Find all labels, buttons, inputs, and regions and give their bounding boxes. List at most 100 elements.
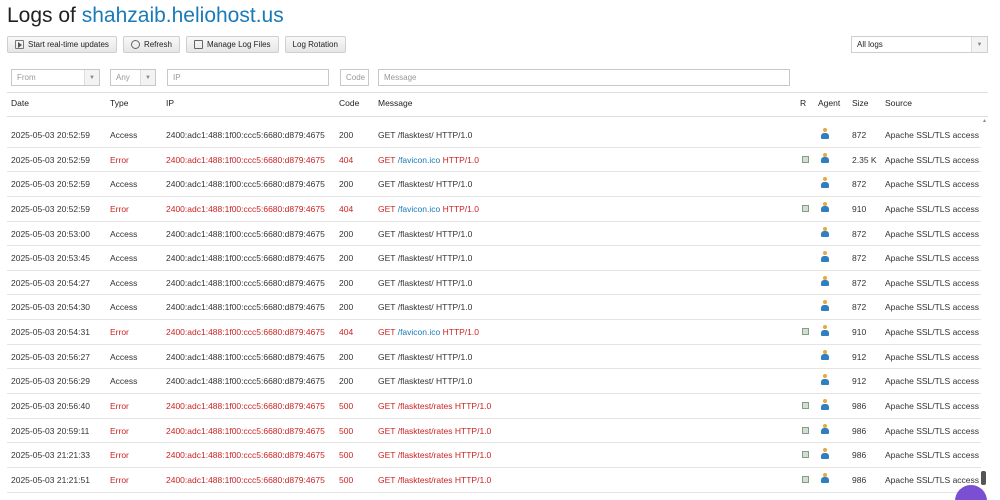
chevron-down-icon[interactable]: ▼	[971, 37, 987, 52]
code-filter-input[interactable]	[340, 69, 369, 86]
row-date: 2025-05-03 21:21:33	[11, 450, 90, 461]
table-row[interactable]: 2025-05-03 20:54:30 Access 2400:adc1:488:1…	[7, 295, 981, 321]
manage-log-files-button[interactable]: Manage Log Files	[185, 36, 279, 53]
row-date: 2025-05-03 20:56:29	[11, 376, 90, 387]
agent-person-icon[interactable]	[820, 275, 829, 288]
table-row[interactable]: 2025-05-03 20:53:45 Access 2400:adc1:488:1…	[7, 246, 981, 271]
row-message: GET /favicon.ico HTTP/1.0	[378, 155, 479, 165]
table-row[interactable]: 2025-05-03 20:56:40 Error 2400:adc1:488:1f…	[7, 394, 981, 419]
row-date: 2025-05-03 20:56:27	[11, 351, 90, 362]
row-protocol: HTTP/1.0	[442, 327, 479, 338]
agent-person-icon[interactable]	[820, 349, 829, 362]
row-method: GET	[378, 253, 396, 264]
table-row[interactable]: 2025-05-03 20:52:59 Error 2400:adc1:488:1f…	[7, 197, 981, 222]
log-select-value: All logs	[857, 40, 883, 49]
row-method: GET	[378, 474, 396, 485]
header-divider	[7, 92, 988, 93]
referrer-icon[interactable]	[802, 155, 809, 163]
table-row[interactable]: 2025-05-03 20:54:27 Access 2400:adc1:488:1…	[7, 271, 981, 296]
table-row[interactable]: 2025-05-03 20:59:11 Error 2400:adc1:488:1f…	[7, 419, 981, 444]
row-date: 2025-05-03 20:53:45	[11, 253, 90, 264]
col-code[interactable]: Code	[339, 98, 359, 108]
row-size: 910	[852, 327, 867, 338]
table-row[interactable]: 2025-05-03 20:56:27 Access 2400:adc1:488:1…	[7, 345, 981, 370]
message-filter-input[interactable]	[378, 69, 790, 86]
referrer-icon[interactable]	[802, 451, 809, 459]
col-message[interactable]: Message	[378, 98, 413, 108]
agent-person-icon[interactable]	[820, 300, 829, 312]
row-date: 2025-05-03 20:52:59	[11, 203, 90, 214]
table-row[interactable]: 2025-05-03 20:54:31 Error 2400:adc1:488:1f…	[7, 320, 981, 345]
log-rotation-button[interactable]: Log Rotation	[284, 36, 346, 53]
row-path[interactable]: /favicon.ico	[398, 155, 441, 165]
row-protocol: HTTP/1.0	[442, 154, 479, 165]
agent-person-icon[interactable]	[820, 448, 829, 460]
row-message: GET /flasktest/rates HTTP/1.0	[378, 401, 491, 411]
referrer-icon[interactable]	[802, 475, 809, 483]
agent-person-icon[interactable]	[820, 201, 829, 214]
row-protocol: HTTP/1.0	[435, 228, 473, 239]
row-code: 200	[339, 179, 354, 190]
row-path[interactable]: /favicon.ico	[398, 327, 441, 337]
col-size[interactable]: Size	[852, 98, 869, 108]
from-filter[interactable]: From ▼	[11, 69, 100, 86]
row-protocol: HTTP/1.0	[454, 401, 492, 412]
table-row[interactable]: 2025-05-03 20:53:00 Access 2400:adc1:488:1…	[7, 222, 981, 247]
refresh-button[interactable]: Refresh	[122, 36, 180, 53]
ip-filter-input[interactable]	[167, 69, 329, 86]
agent-person-icon[interactable]	[820, 128, 829, 140]
agent-person-icon[interactable]	[820, 177, 829, 189]
agent-person-icon[interactable]	[820, 423, 829, 436]
row-source: Apache SSL/TLS access	[885, 179, 980, 190]
agent-person-icon[interactable]	[820, 226, 829, 239]
row-source: Apache SSL/TLS access	[885, 228, 980, 239]
row-code: 200	[339, 376, 354, 387]
page-title-host[interactable]: shahzaib.heliohost.us	[82, 4, 284, 27]
col-agent[interactable]: Agent	[818, 98, 840, 108]
col-date[interactable]: Date	[11, 98, 29, 108]
row-message: GET /flasktest/ HTTP/1.0	[378, 278, 472, 288]
referrer-icon[interactable]	[802, 328, 809, 336]
table-row[interactable]: 2025-05-03 20:56:29 Access 2400:adc1:488:1…	[7, 369, 981, 395]
row-type: Access	[110, 302, 138, 313]
row-type: Error	[110, 327, 129, 338]
row-date: 2025-05-03 20:59:11	[11, 425, 90, 436]
row-protocol: HTTP/1.0	[435, 376, 473, 387]
log-select[interactable]: All logs ▼	[851, 36, 988, 53]
row-protocol: HTTP/1.0	[435, 253, 473, 264]
row-path[interactable]: /favicon.ico	[398, 204, 441, 214]
agent-person-icon[interactable]	[820, 152, 829, 165]
agent-person-icon[interactable]	[820, 472, 829, 485]
table-row[interactable]: 2025-05-03 20:52:59 Access 2400:adc1:488:1…	[7, 123, 981, 148]
type-filter[interactable]: Any ▼	[110, 69, 156, 86]
play-icon	[15, 40, 24, 49]
agent-person-icon[interactable]	[820, 251, 829, 263]
row-message: GET /favicon.ico HTTP/1.0	[378, 204, 479, 214]
row-ip: 2400:adc1:488:1f00:ccc5:6680:d879:4675	[166, 401, 325, 412]
agent-person-icon[interactable]	[820, 399, 829, 411]
agent-person-icon[interactable]	[820, 374, 829, 386]
col-source[interactable]: Source	[885, 98, 912, 108]
scroll-up-icon[interactable]: ▲	[982, 118, 987, 124]
row-type: Access	[110, 228, 138, 239]
referrer-icon[interactable]	[802, 426, 809, 434]
chevron-down-icon[interactable]: ▼	[140, 70, 155, 85]
scrollbar-thumb[interactable]	[981, 471, 986, 485]
row-date: 2025-05-03 20:52:59	[11, 130, 90, 140]
referrer-icon[interactable]	[802, 204, 809, 212]
table-row[interactable]: 2025-05-03 21:21:51 Error 2400:adc1:488:1f…	[7, 468, 981, 493]
start-realtime-button[interactable]: Start real-time updates	[7, 36, 117, 53]
from-filter-label: From	[17, 73, 36, 82]
chevron-down-icon[interactable]: ▼	[84, 70, 99, 85]
referrer-icon[interactable]	[802, 402, 809, 410]
table-row[interactable]: 2025-05-03 21:21:33 Error 2400:adc1:488:1f…	[7, 443, 981, 468]
agent-person-icon[interactable]	[820, 325, 829, 337]
table-row[interactable]: 2025-05-03 20:52:59 Error 2400:adc1:488:1f…	[7, 148, 981, 173]
row-method: GET	[378, 203, 396, 214]
row-source: Apache SSL/TLS access	[885, 450, 980, 461]
col-r[interactable]: R	[800, 98, 806, 108]
table-row[interactable]: 2025-05-03 20:52:59 Access 2400:adc1:488:1…	[7, 172, 981, 197]
col-type[interactable]: Type	[110, 98, 128, 108]
col-ip[interactable]: IP	[166, 98, 174, 108]
row-type: Access	[110, 351, 138, 362]
